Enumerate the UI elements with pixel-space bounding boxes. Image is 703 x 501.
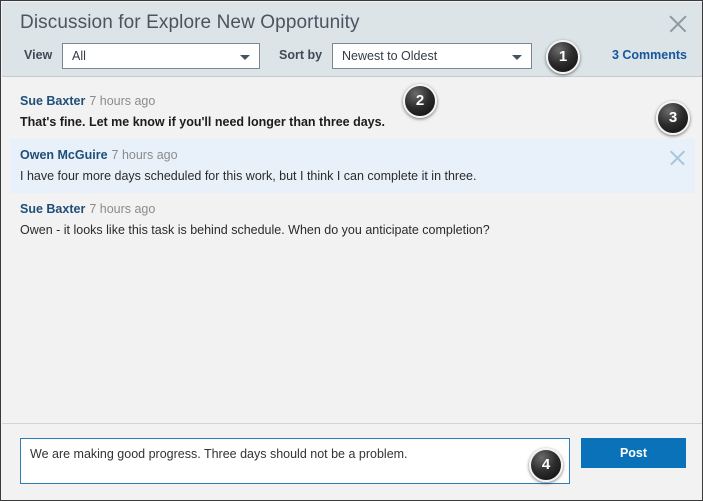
view-filter-select[interactable]: All (62, 43, 260, 69)
comment-timestamp: 7 hours ago (89, 202, 156, 216)
comment-meta: Sue Baxter 7 hours ago (20, 201, 685, 218)
comment-list[interactable]: Sue Baxter 7 hours ago That's fine. Let m… (2, 77, 702, 425)
dialog-toolbar: View All Sort by Newest to Oldest (2, 43, 702, 69)
callout-badge-4: 4 (529, 448, 563, 482)
comment-author: Owen McGuire (20, 148, 108, 162)
sort-by-select[interactable]: Newest to Oldest (332, 43, 532, 69)
comment-timestamp: 7 hours ago (89, 94, 156, 108)
callout-badge-3: 3 (656, 101, 690, 135)
page-title: Discussion for Explore New Opportunity (20, 12, 360, 33)
view-filter-value: All (72, 49, 86, 63)
comment-item[interactable]: Sue Baxter 7 hours ago Owen - it looks li… (10, 193, 695, 247)
post-button[interactable]: Post (581, 438, 686, 468)
comment-input[interactable] (20, 438, 570, 484)
close-icon[interactable] (667, 13, 689, 35)
discussion-dialog: Discussion for Explore New Opportunity V… (0, 0, 703, 501)
chevron-down-icon (512, 55, 522, 60)
comment-body: That's fine. Let me know if you'll need … (20, 115, 386, 129)
comment-item[interactable]: Owen McGuire 7 hours ago I have four more… (10, 139, 695, 193)
chevron-down-icon (240, 55, 250, 60)
comment-body: Owen - it looks like this task is behind… (20, 223, 490, 237)
callout-badge-1: 1 (546, 40, 580, 74)
comment-timestamp: 7 hours ago (111, 148, 178, 162)
view-filter-label: View (24, 48, 53, 62)
compose-bar: Post (2, 423, 702, 499)
comments-count-link[interactable]: 3 Comments (612, 48, 687, 62)
comment-item[interactable]: Sue Baxter 7 hours ago That's fine. Let m… (10, 85, 695, 139)
callout-badge-2: 2 (403, 84, 437, 118)
comment-author: Sue Baxter (20, 94, 86, 108)
sort-by-label: Sort by (279, 48, 323, 62)
comment-meta: Owen McGuire 7 hours ago (20, 147, 685, 164)
close-icon[interactable] (668, 148, 687, 167)
comment-body: I have four more days scheduled for this… (20, 169, 477, 183)
sort-by-value: Newest to Oldest (342, 49, 438, 63)
comment-meta: Sue Baxter 7 hours ago (20, 93, 685, 110)
comment-author: Sue Baxter (20, 202, 86, 216)
dialog-header: Discussion for Explore New Opportunity V… (2, 2, 702, 77)
